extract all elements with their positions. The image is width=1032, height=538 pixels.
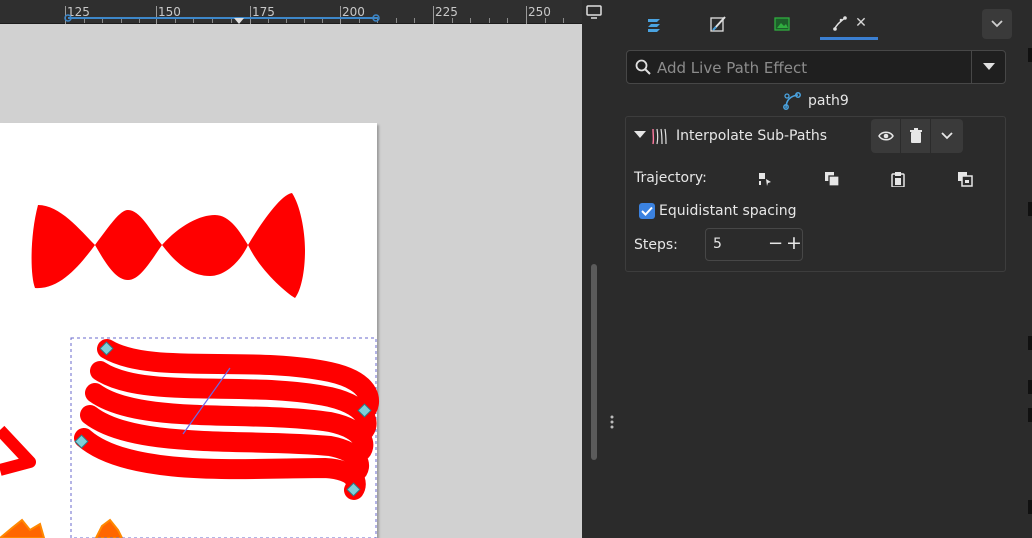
flame-shape-left[interactable] [0,518,46,538]
tabs-menu-button[interactable] [982,9,1012,39]
drag-handle-icon [610,415,614,429]
tab-close-button[interactable]: ✕ [855,15,867,31]
bowtie-shape[interactable] [31,193,305,298]
tab-layers[interactable] [626,8,682,40]
steps-value[interactable]: 5 [713,236,722,252]
equidistant-spacing-label[interactable]: Equidistant spacing [659,203,797,219]
increment-button[interactable]: + [786,234,802,253]
tab-path-effects[interactable]: ✕ [820,8,878,40]
effect-menu-button[interactable] [931,119,963,153]
effect-dropdown-button[interactable] [971,51,1006,83]
dock-tabs: ✕ [620,0,1032,44]
edge-marker [1028,500,1032,514]
edge-marker [1028,380,1032,394]
edge-marker [1028,202,1032,216]
paste-path-icon [891,172,905,187]
copy-path-button[interactable] [822,169,842,189]
fill-stroke-icon [710,16,726,32]
decrement-button[interactable]: − [768,235,783,253]
edit-on-canvas-icon [759,173,771,186]
toggle-visibility-button[interactable] [871,119,901,153]
collapse-triangle-icon[interactable] [634,131,646,138]
image-icon [774,17,790,31]
layers-icon [648,19,660,32]
scrollbar-thumb[interactable] [591,264,597,460]
tab-fill-stroke[interactable] [690,8,746,40]
copy-path-icon [825,172,840,187]
path-effects-icon [833,15,847,31]
effect-header[interactable]: Interpolate Sub-Paths [626,117,1005,155]
flame-shape-right[interactable] [94,518,124,538]
effect-item: Interpolate Sub-Paths Trajectory: Equidi… [625,116,1006,272]
dock-panel: ✕ path9 [620,0,1032,538]
monitor-icon [586,5,602,19]
vertical-scrollbar[interactable] [582,24,604,538]
path-node-icon [783,92,801,110]
chevron-down-icon [991,20,1003,28]
display-mode-button[interactable] [583,4,605,24]
equidistant-spacing-checkbox[interactable] [639,203,655,219]
interpolate-subpaths-icon [652,128,667,145]
chevron-down-icon [941,132,953,140]
effect-title: Interpolate Sub-Paths [676,128,828,144]
steps-spinbutton[interactable]: 5 − + [705,228,803,261]
edge-marker [1028,336,1032,350]
search-icon [635,59,651,75]
panel-resize-handle[interactable] [604,0,620,538]
link-to-path-icon [958,172,973,187]
paste-path-button[interactable] [888,169,908,189]
delete-effect-button[interactable] [901,119,931,153]
edge-marker [1028,48,1032,62]
partial-shape-left[interactable] [0,425,36,476]
canvas-area[interactable]: 125 150 175 200 225 250 [0,0,582,538]
interpolated-paths[interactable] [74,339,379,500]
item-name-label: path9 [808,93,849,109]
edge-marker [1028,408,1032,422]
steps-label: Steps: [634,237,678,253]
trash-icon [909,128,922,143]
checkmark-icon [641,206,653,216]
effect-header-buttons [871,119,963,153]
edit-on-canvas-button[interactable] [755,169,775,189]
link-to-path-button[interactable] [955,169,975,189]
dropdown-arrow-icon [983,63,995,70]
canvas-artwork[interactable] [0,0,582,538]
selected-item-indicator: path9 [782,90,849,112]
tab-export[interactable] [754,8,810,40]
trajectory-label: Trajectory: [634,170,707,186]
add-effect-combobox [626,50,1006,84]
add-path-effect-input[interactable] [657,56,967,80]
eye-icon [877,131,894,141]
